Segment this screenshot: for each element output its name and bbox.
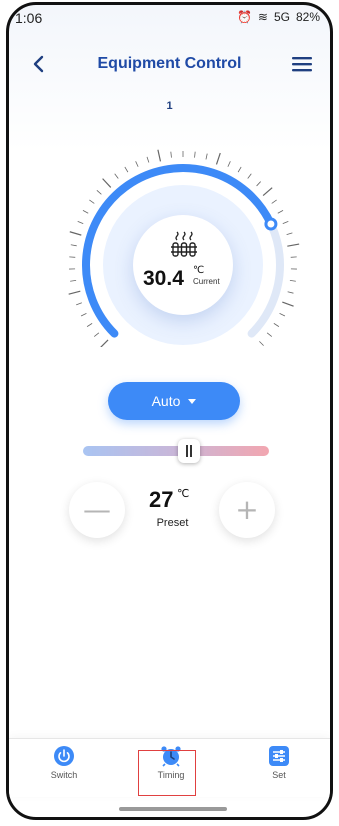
sliders-icon <box>268 745 290 767</box>
dial-tick <box>82 210 89 214</box>
menu-button[interactable] <box>290 53 314 75</box>
preset-temperature: 27 <box>149 487 174 512</box>
status-bar: 1:06 ⏰ ≋ 5G 82% <box>9 5 330 31</box>
current-temperature: 30.4 <box>143 267 184 290</box>
dial-tick <box>102 178 112 188</box>
dial-tick <box>259 341 264 346</box>
header: Equipment Control <box>9 47 330 83</box>
dial-tick <box>266 332 273 337</box>
page-title: Equipment Control <box>97 55 242 72</box>
dial-tick <box>77 221 84 225</box>
phone-screen: 1:06 ⏰ ≋ 5G 82% Equipment Control 1 30.4… <box>6 2 333 820</box>
highlight-box <box>138 750 196 796</box>
dial-tick <box>100 339 109 347</box>
battery-percent: 82% <box>295 10 320 24</box>
dial-tick <box>282 221 289 225</box>
dial-tick <box>70 244 77 247</box>
wifi-icon: ≋ <box>257 10 268 24</box>
dial-tick <box>157 149 162 162</box>
device-number: 1 <box>166 100 173 112</box>
increase-button[interactable]: + <box>219 482 275 538</box>
dial-tick <box>80 312 87 317</box>
dial-tick <box>247 173 252 179</box>
dial-tick <box>237 166 242 173</box>
dial-tick <box>287 243 300 247</box>
dial-tick <box>93 332 100 337</box>
status-time: 1:06 <box>15 10 43 26</box>
dial-tick <box>68 290 81 295</box>
dial-tick <box>170 151 172 158</box>
dial-tick <box>205 153 208 160</box>
dial-tick <box>279 312 286 317</box>
dial-tick <box>227 161 231 167</box>
nav-switch[interactable]: Switch <box>34 745 94 780</box>
nav-set-label: Set <box>272 770 286 780</box>
dial-center: 30.4 ℃ Current <box>133 215 233 315</box>
dial-tick <box>124 166 129 173</box>
dial-tick <box>273 323 280 327</box>
dial-tick <box>96 190 102 195</box>
dial-tick <box>277 210 284 214</box>
status-icons: ⏰ ≋ 5G 82% <box>237 10 320 24</box>
dial-tick <box>289 279 296 282</box>
signal-label: 5G <box>273 10 290 24</box>
temperature-slider-thumb[interactable] <box>178 439 200 463</box>
mode-label: Auto <box>151 393 181 409</box>
nav-switch-label: Switch <box>50 770 78 780</box>
current-temperature-unit: ℃ <box>193 265 205 276</box>
nav-set[interactable]: Set <box>249 745 309 780</box>
dial-tick <box>282 301 294 307</box>
heater-icon <box>169 229 199 259</box>
current-temperature-caption: Current <box>193 277 220 286</box>
dial-tick <box>271 199 277 204</box>
dial-tick <box>286 232 293 235</box>
dial-tick <box>215 152 221 165</box>
dial-tick <box>146 156 150 163</box>
preset-temperature-unit: ℃ <box>177 488 190 500</box>
mode-dropdown[interactable]: Auto <box>108 382 240 420</box>
hamburger-icon <box>292 57 312 72</box>
dial-knob <box>264 217 278 231</box>
home-indicator <box>119 807 227 811</box>
dial-tick <box>76 302 82 306</box>
dial-tick <box>89 199 95 204</box>
dial-tick <box>256 181 261 187</box>
power-icon <box>53 745 75 767</box>
temperature-dial[interactable]: 30.4 ℃ Current <box>49 137 309 347</box>
dial-tick <box>194 151 196 158</box>
alarm-icon: ⏰ <box>236 10 252 24</box>
caret-down-icon <box>188 398 197 404</box>
dial-tick <box>69 231 82 236</box>
dial-tick <box>287 291 294 294</box>
dial-tick <box>86 323 93 327</box>
preset-label: Preset <box>156 517 189 529</box>
dial-tick <box>70 279 77 282</box>
decrease-button[interactable]: — <box>69 482 125 538</box>
dial-tick <box>135 161 139 167</box>
dial-tick <box>262 187 273 197</box>
temperature-slider-track[interactable] <box>83 446 269 456</box>
dial-tick <box>114 173 119 179</box>
